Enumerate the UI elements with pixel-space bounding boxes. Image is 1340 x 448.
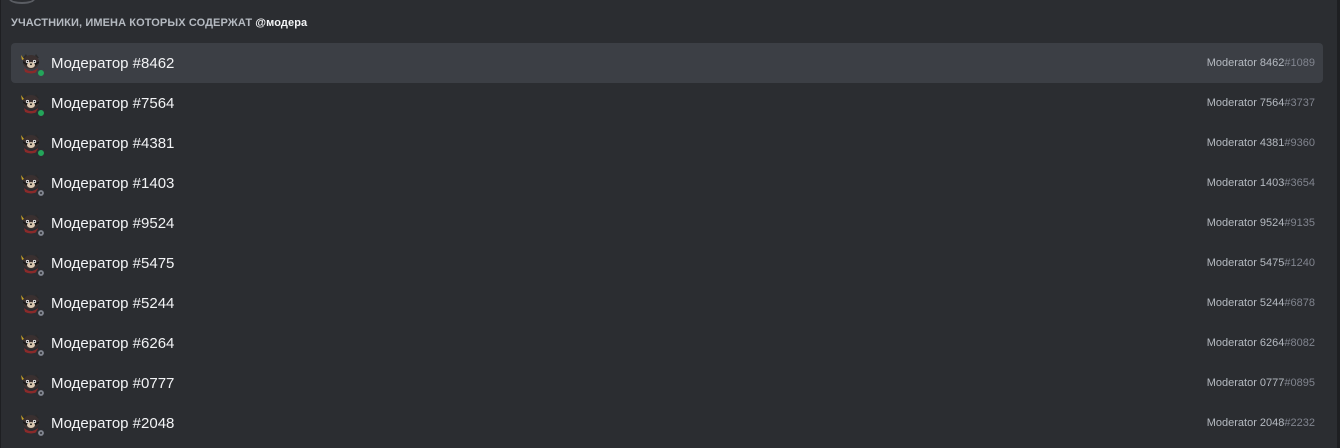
member-username: Moderator 8462: [1206, 57, 1285, 69]
member-discriminator: #9360: [1284, 137, 1315, 149]
scroll-edge-indicator: [9, 0, 35, 4]
avatar: [19, 291, 46, 318]
autocomplete-header: УЧАСТНИКИ, ИМЕНА КОТОРЫХ СОДЕРЖАТ @модер…: [11, 17, 307, 29]
member-tag: Moderator 4381#9360: [1207, 123, 1315, 163]
member-discriminator: #9135: [1284, 217, 1315, 229]
member-autocomplete-popout: УЧАСТНИКИ, ИМЕНА КОТОРЫХ СОДЕРЖАТ @модер…: [0, 0, 1338, 448]
member-username: Moderator 0777: [1206, 377, 1285, 389]
offline-status-icon: [36, 228, 46, 238]
member-display-name: Модератор #0777: [51, 374, 175, 392]
member-row[interactable]: Модератор #6264 Moderator 6264#8082: [11, 323, 1323, 363]
avatar: [19, 331, 46, 358]
avatar: [19, 251, 46, 278]
avatar: [19, 171, 46, 198]
member-discriminator: #6878: [1284, 297, 1315, 309]
offline-status-icon: [36, 428, 46, 438]
offline-status-icon: [36, 348, 46, 358]
member-tag: Moderator 0777#0895: [1207, 363, 1315, 403]
member-tag: Moderator 9524#9135: [1207, 203, 1315, 243]
member-discriminator: #1240: [1284, 257, 1315, 269]
member-username: Moderator 6264: [1206, 337, 1285, 349]
member-row[interactable]: Модератор #8462 Moderator 8462#1089: [11, 43, 1323, 83]
member-display-name: Модератор #5475: [51, 254, 175, 272]
avatar: [19, 211, 46, 238]
member-username: Moderator 9524: [1206, 217, 1285, 229]
member-row[interactable]: Модератор #5244 Moderator 5244#6878: [11, 283, 1323, 323]
member-display-name: Модератор #4381: [51, 134, 175, 152]
member-discriminator: #2232: [1284, 417, 1315, 429]
member-row[interactable]: Модератор #0777 Moderator 0777#0895: [11, 363, 1323, 403]
member-username: Moderator 5244: [1206, 297, 1285, 309]
offline-status-icon: [36, 388, 46, 398]
avatar: [19, 51, 46, 78]
member-tag: Moderator 7564#3737: [1207, 83, 1315, 123]
member-row[interactable]: Модератор #1403 Moderator 1403#3654: [11, 163, 1323, 203]
member-username: Moderator 7564: [1206, 97, 1285, 109]
avatar: [19, 91, 46, 118]
member-row[interactable]: Модератор #5475 Moderator 5475#1240: [11, 243, 1323, 283]
member-row[interactable]: Модератор #7564 Moderator 7564#3737: [11, 83, 1323, 123]
member-row[interactable]: Модератор #2048 Moderator 2048#2232: [11, 403, 1323, 443]
avatar: [19, 411, 46, 438]
member-username: Moderator 2048: [1206, 417, 1285, 429]
member-username: Moderator 4381: [1206, 137, 1285, 149]
header-query: @модера: [255, 17, 308, 29]
member-row[interactable]: Модератор #9524 Moderator 9524#9135: [11, 203, 1323, 243]
member-discriminator: #0895: [1284, 377, 1315, 389]
offline-status-icon: [36, 188, 46, 198]
member-display-name: Модератор #7564: [51, 94, 175, 112]
member-tag: Moderator 2048#2232: [1207, 403, 1315, 443]
avatar: [19, 131, 46, 158]
member-display-name: Модератор #1403: [51, 174, 175, 192]
member-tag: Moderator 8462#1089: [1207, 43, 1315, 83]
member-tag: Moderator 5244#6878: [1207, 283, 1315, 323]
member-tag: Moderator 1403#3654: [1207, 163, 1315, 203]
header-label: УЧАСТНИКИ, ИМЕНА КОТОРЫХ СОДЕРЖАТ: [11, 17, 253, 29]
member-discriminator: #3654: [1284, 177, 1315, 189]
member-discriminator: #1089: [1284, 57, 1315, 69]
member-display-name: Модератор #8462: [51, 54, 175, 72]
member-display-name: Модератор #5244: [51, 294, 175, 312]
member-display-name: Модератор #6264: [51, 334, 175, 352]
member-list: Модератор #8462 Moderator 8462#1089 Моде…: [11, 43, 1323, 443]
member-row[interactable]: Модератор #4381 Moderator 4381#9360: [11, 123, 1323, 163]
online-status-icon: [36, 68, 46, 78]
avatar: [19, 371, 46, 398]
member-discriminator: #3737: [1284, 97, 1315, 109]
member-username: Moderator 1403: [1206, 177, 1285, 189]
member-display-name: Модератор #9524: [51, 214, 175, 232]
online-status-icon: [36, 108, 46, 118]
member-tag: Moderator 5475#1240: [1207, 243, 1315, 283]
offline-status-icon: [36, 268, 46, 278]
online-status-icon: [36, 148, 46, 158]
member-username: Moderator 5475: [1206, 257, 1285, 269]
offline-status-icon: [36, 308, 46, 318]
member-display-name: Модератор #2048: [51, 414, 175, 432]
member-tag: Moderator 6264#8082: [1207, 323, 1315, 363]
member-discriminator: #8082: [1284, 337, 1315, 349]
